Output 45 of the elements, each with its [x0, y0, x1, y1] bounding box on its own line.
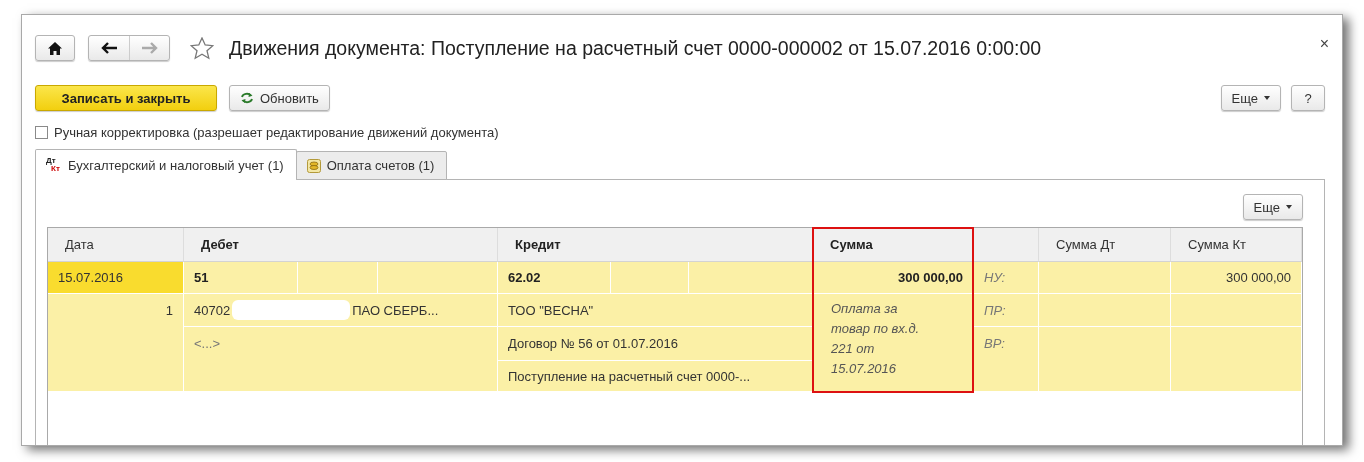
refresh-icon: [240, 92, 254, 104]
table-cell: 300 000,00: [1171, 262, 1302, 294]
table-cell: 15.07.2016: [48, 262, 184, 294]
table-cell: 62.02: [498, 262, 611, 294]
table-cell: Поступление на расчетный счет 0000-...: [498, 361, 813, 392]
star-icon[interactable]: [190, 36, 214, 60]
home-icon: [48, 41, 62, 55]
more-button[interactable]: Еще: [1220, 85, 1281, 111]
table-cell: 300 000,00: [813, 262, 974, 294]
debit-credit-icon: Дт Кт: [46, 157, 62, 173]
coins-icon: [306, 158, 321, 173]
back-arrow-icon: [101, 42, 117, 54]
table-cell: НУ:: [974, 262, 1039, 294]
tab-label: Бухгалтерский и налоговый учет (1): [68, 157, 284, 173]
checkbox-label: Ручная корректировка (разрешает редактирование движений документа): [54, 125, 499, 140]
table-cell: <...>: [184, 327, 498, 392]
column-header[interactable]: Дебет: [184, 228, 498, 262]
table-cell: 1: [48, 294, 184, 392]
table-cell: ПР:: [974, 294, 1039, 327]
table-cell: ПАО СБЕРБ...: [352, 302, 439, 318]
table-cell: 51: [184, 262, 298, 294]
column-header[interactable]: Сумма Дт: [1039, 228, 1171, 262]
column-header[interactable]: Сумма Кт: [1171, 228, 1302, 262]
table-cell: 40702: [194, 302, 231, 318]
save-and-close-button[interactable]: Записать и закрыть: [35, 85, 217, 111]
refresh-button[interactable]: Обновить: [229, 85, 330, 111]
column-header[interactable]: Дата: [48, 228, 184, 262]
table-cell: ТОО "ВЕСНА": [498, 294, 813, 327]
caret-icon: [1264, 96, 1270, 100]
forward-arrow-icon: [141, 42, 158, 54]
checkbox[interactable]: [35, 126, 48, 139]
column-header[interactable]: Кредит: [498, 228, 813, 262]
more-button[interactable]: Еще: [1242, 194, 1303, 220]
table-cell: ВР:: [974, 327, 1039, 392]
close-button[interactable]: ×: [1319, 35, 1329, 53]
tab[interactable]: Дт Кт Бухгалтерский и налоговый учет (1): [35, 149, 297, 180]
window-title: Движения документа: Поступление на расчетный счет 0000-000002 от 15.07.2016 0:00:00: [229, 36, 1042, 60]
help-button[interactable]: ?: [1291, 85, 1325, 111]
column-header[interactable]: Сумма: [813, 228, 974, 262]
home-button[interactable]: [35, 35, 75, 61]
table-cell: Договор № 56 от 01.07.2016: [498, 327, 813, 361]
table-cell: Оплата за товар по вх.д. 221 от 15.07.2016: [813, 294, 974, 392]
tab[interactable]: Оплата счетов (1): [295, 151, 448, 180]
tab-label: Оплата счетов (1): [326, 158, 435, 173]
caret-icon: [1286, 205, 1292, 209]
